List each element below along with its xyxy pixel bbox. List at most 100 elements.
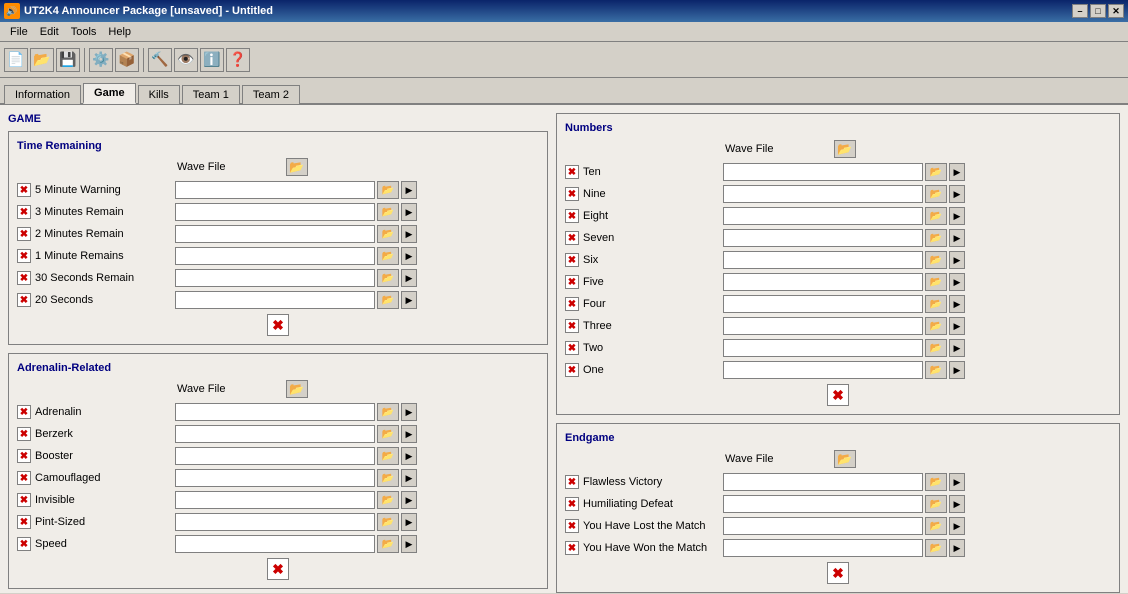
adrenalin-open-btn-0[interactable]: 📂	[377, 403, 399, 421]
numbers-open-btn-4[interactable]: 📂	[925, 251, 947, 269]
numbers-checkbox-5[interactable]: ✖	[565, 275, 579, 289]
maximize-button[interactable]: □	[1090, 4, 1106, 18]
endgame-open-btn-3[interactable]: 📂	[925, 539, 947, 557]
time-remaining-open-btn-2[interactable]: 📂	[377, 225, 399, 243]
adrenalin-checkbox-0[interactable]: ✖	[17, 405, 31, 419]
adrenalin-input-0[interactable]	[175, 403, 375, 421]
numbers-input-0[interactable]	[723, 163, 923, 181]
wave-header-open-num[interactable]: 📂	[834, 140, 856, 158]
wave-header-open-end[interactable]: 📂	[834, 450, 856, 468]
adrenalin-play-btn-4[interactable]: ▶	[401, 491, 417, 509]
tab-game[interactable]: Game	[83, 83, 136, 104]
toolbar-open[interactable]: 📂	[30, 48, 54, 72]
toolbar-help[interactable]: ❓	[226, 48, 250, 72]
adrenalin-checkbox-1[interactable]: ✖	[17, 427, 31, 441]
time-remaining-open-btn-4[interactable]: 📂	[377, 269, 399, 287]
time-remaining-delete-btn[interactable]: ✖	[267, 314, 289, 336]
adrenalin-checkbox-4[interactable]: ✖	[17, 493, 31, 507]
numbers-checkbox-2[interactable]: ✖	[565, 209, 579, 223]
numbers-checkbox-8[interactable]: ✖	[565, 341, 579, 355]
adrenalin-input-6[interactable]	[175, 535, 375, 553]
numbers-checkbox-9[interactable]: ✖	[565, 363, 579, 377]
time-remaining-play-btn-5[interactable]: ▶	[401, 291, 417, 309]
time-remaining-checkbox-5[interactable]: ✖	[17, 293, 31, 307]
numbers-play-btn-0[interactable]: ▶	[949, 163, 965, 181]
wave-header-open-ar[interactable]: 📂	[286, 380, 308, 398]
numbers-play-btn-2[interactable]: ▶	[949, 207, 965, 225]
numbers-checkbox-4[interactable]: ✖	[565, 253, 579, 267]
numbers-open-btn-9[interactable]: 📂	[925, 361, 947, 379]
endgame-input-0[interactable]	[723, 473, 923, 491]
adrenalin-open-btn-4[interactable]: 📂	[377, 491, 399, 509]
numbers-open-btn-8[interactable]: 📂	[925, 339, 947, 357]
adrenalin-open-btn-3[interactable]: 📂	[377, 469, 399, 487]
adrenalin-checkbox-6[interactable]: ✖	[17, 537, 31, 551]
toolbar-build[interactable]: 🔨	[148, 48, 172, 72]
endgame-play-btn-0[interactable]: ▶	[949, 473, 965, 491]
time-remaining-input-2[interactable]	[175, 225, 375, 243]
numbers-open-btn-2[interactable]: 📂	[925, 207, 947, 225]
numbers-delete-btn[interactable]: ✖	[827, 384, 849, 406]
adrenalin-checkbox-5[interactable]: ✖	[17, 515, 31, 529]
numbers-open-btn-6[interactable]: 📂	[925, 295, 947, 313]
time-remaining-checkbox-3[interactable]: ✖	[17, 249, 31, 263]
adrenalin-play-btn-3[interactable]: ▶	[401, 469, 417, 487]
time-remaining-checkbox-1[interactable]: ✖	[17, 205, 31, 219]
minimize-button[interactable]: –	[1072, 4, 1088, 18]
numbers-checkbox-0[interactable]: ✖	[565, 165, 579, 179]
numbers-checkbox-7[interactable]: ✖	[565, 319, 579, 333]
endgame-open-btn-1[interactable]: 📂	[925, 495, 947, 513]
endgame-checkbox-0[interactable]: ✖	[565, 475, 579, 489]
numbers-play-btn-9[interactable]: ▶	[949, 361, 965, 379]
numbers-play-btn-3[interactable]: ▶	[949, 229, 965, 247]
time-remaining-input-0[interactable]	[175, 181, 375, 199]
toolbar-info[interactable]: ℹ️	[200, 48, 224, 72]
time-remaining-open-btn-0[interactable]: 📂	[377, 181, 399, 199]
numbers-open-btn-3[interactable]: 📂	[925, 229, 947, 247]
numbers-open-btn-5[interactable]: 📂	[925, 273, 947, 291]
endgame-delete-btn[interactable]: ✖	[827, 562, 849, 584]
numbers-input-5[interactable]	[723, 273, 923, 291]
time-remaining-play-btn-2[interactable]: ▶	[401, 225, 417, 243]
toolbar-package[interactable]: 📦	[115, 48, 139, 72]
adrenalin-play-btn-6[interactable]: ▶	[401, 535, 417, 553]
adrenalin-play-btn-5[interactable]: ▶	[401, 513, 417, 531]
adrenalin-play-btn-0[interactable]: ▶	[401, 403, 417, 421]
time-remaining-input-3[interactable]	[175, 247, 375, 265]
adrenalin-checkbox-2[interactable]: ✖	[17, 449, 31, 463]
menu-file[interactable]: File	[4, 24, 34, 40]
endgame-input-2[interactable]	[723, 517, 923, 535]
endgame-play-btn-2[interactable]: ▶	[949, 517, 965, 535]
time-remaining-play-btn-4[interactable]: ▶	[401, 269, 417, 287]
adrenalin-input-3[interactable]	[175, 469, 375, 487]
time-remaining-checkbox-4[interactable]: ✖	[17, 271, 31, 285]
menu-tools[interactable]: Tools	[65, 24, 103, 40]
numbers-input-4[interactable]	[723, 251, 923, 269]
menu-help[interactable]: Help	[102, 24, 137, 40]
adrenalin-open-btn-2[interactable]: 📂	[377, 447, 399, 465]
time-remaining-input-4[interactable]	[175, 269, 375, 287]
endgame-checkbox-1[interactable]: ✖	[565, 497, 579, 511]
time-remaining-play-btn-1[interactable]: ▶	[401, 203, 417, 221]
numbers-input-2[interactable]	[723, 207, 923, 225]
time-remaining-checkbox-0[interactable]: ✖	[17, 183, 31, 197]
numbers-input-3[interactable]	[723, 229, 923, 247]
adrenalin-play-btn-2[interactable]: ▶	[401, 447, 417, 465]
numbers-input-7[interactable]	[723, 317, 923, 335]
endgame-checkbox-2[interactable]: ✖	[565, 519, 579, 533]
tab-kills[interactable]: Kills	[138, 85, 180, 104]
toolbar-new[interactable]: 📄	[4, 48, 28, 72]
numbers-open-btn-0[interactable]: 📂	[925, 163, 947, 181]
adrenalin-open-btn-5[interactable]: 📂	[377, 513, 399, 531]
time-remaining-play-btn-3[interactable]: ▶	[401, 247, 417, 265]
time-remaining-input-5[interactable]	[175, 291, 375, 309]
toolbar-settings[interactable]: ⚙️	[89, 48, 113, 72]
time-remaining-input-1[interactable]	[175, 203, 375, 221]
time-remaining-open-btn-1[interactable]: 📂	[377, 203, 399, 221]
time-remaining-open-btn-3[interactable]: 📂	[377, 247, 399, 265]
adrenalin-input-4[interactable]	[175, 491, 375, 509]
adrenalin-input-5[interactable]	[175, 513, 375, 531]
adrenalin-input-2[interactable]	[175, 447, 375, 465]
time-remaining-checkbox-2[interactable]: ✖	[17, 227, 31, 241]
tab-team2[interactable]: Team 2	[242, 85, 300, 104]
